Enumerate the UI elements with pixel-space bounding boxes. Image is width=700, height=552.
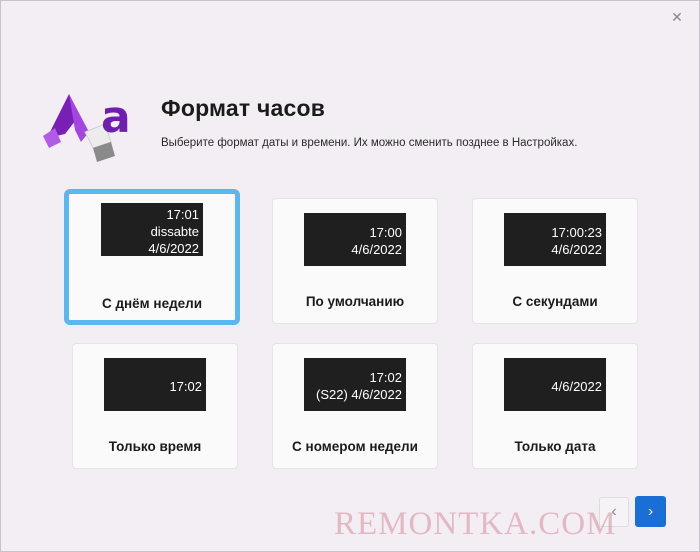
format-card-time-only[interactable]: 17:02 Только время (72, 343, 238, 469)
format-card-with-week-number[interactable]: 17:02 (S22) 4/6/2022 С номером недели (272, 343, 438, 469)
page-title: Формат часов (161, 95, 326, 121)
format-card-with-seconds[interactable]: 17:00:23 4/6/2022 С секундами (472, 198, 638, 324)
preview-line: 17:01 (166, 206, 199, 222)
format-card-with-weekday[interactable]: 17:01 dissabte 4/6/2022 С днём недели (64, 189, 240, 325)
card-label: Только время (108, 439, 202, 454)
clock-preview: 17:00:23 4/6/2022 (504, 213, 606, 266)
preview-line: 4/6/2022 (551, 378, 602, 394)
preview-line: dissabte (150, 223, 199, 239)
format-card-default[interactable]: 17:00 4/6/2022 По умолчанию (272, 198, 438, 324)
watermark: REMONTKA.COM (334, 506, 617, 542)
card-label: Только дата (514, 439, 596, 454)
format-card-date-only[interactable]: 4/6/2022 Только дата (472, 343, 638, 469)
next-button[interactable]: › (635, 496, 666, 527)
chevron-right-icon: › (647, 503, 654, 520)
preview-line: 17:02 (169, 378, 202, 394)
app-window: ✕ a Формат часов Выберите формат даты и … (0, 0, 700, 552)
preview-line: 4/6/2022 (551, 242, 602, 257)
card-label: С номером недели (292, 439, 418, 454)
preview-line: 17:02 (369, 370, 402, 385)
card-label: С днём недели (101, 296, 203, 311)
card-label: По умолчанию (305, 294, 405, 309)
close-icon[interactable]: ✕ (667, 7, 687, 27)
preview-line: 17:00:23 (551, 225, 602, 240)
clock-preview: 17:02 (104, 358, 206, 411)
clock-preview: 17:00 4/6/2022 (304, 213, 406, 266)
clock-preview: 17:01 dissabte 4/6/2022 (101, 203, 203, 256)
svg-text:a: a (101, 92, 131, 143)
app-logo: a (43, 92, 131, 162)
preview-line: (S22) 4/6/2022 (315, 387, 402, 402)
card-label: С секундами (512, 294, 598, 309)
page-subtitle: Выберите формат даты и времени. Их можно… (161, 137, 578, 149)
preview-line: 4/6/2022 (351, 242, 402, 257)
preview-line: 17:00 (369, 225, 402, 240)
preview-line: 4/6/2022 (148, 240, 199, 256)
clock-preview: 4/6/2022 (504, 358, 606, 411)
clock-preview: 17:02 (S22) 4/6/2022 (304, 358, 406, 411)
